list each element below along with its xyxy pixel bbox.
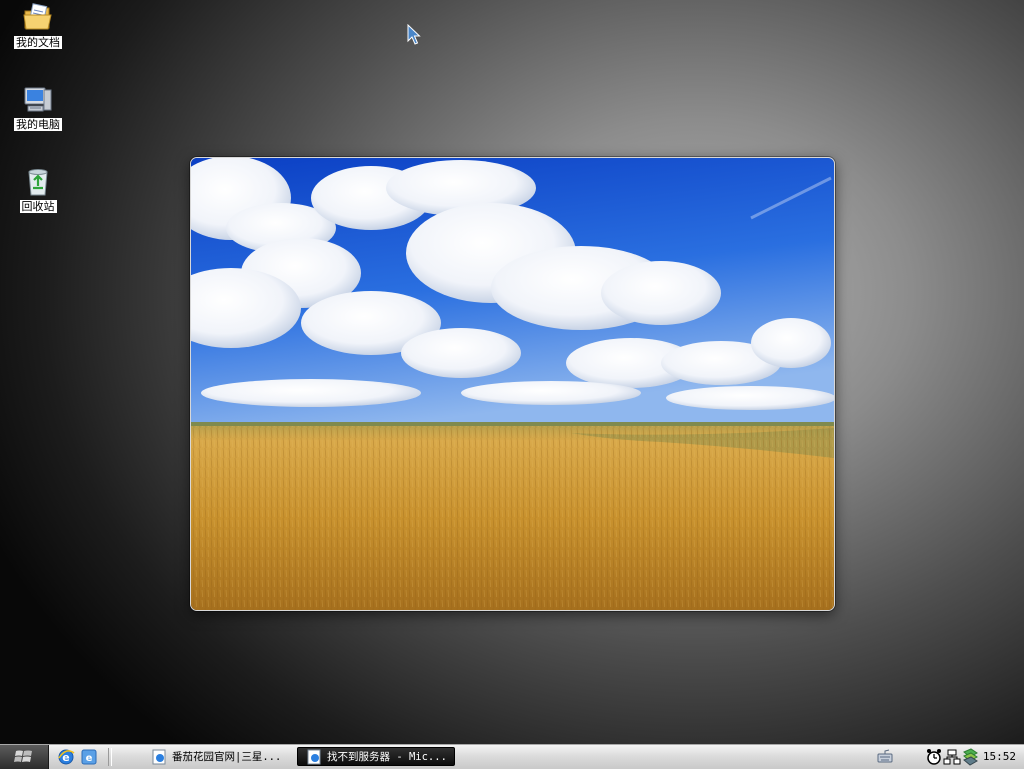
desktop-icon-recycle-bin[interactable]: 回收站 (10, 166, 66, 213)
desktop-icon-my-computer[interactable]: 我的电脑 (10, 84, 66, 131)
quick-launch-separator (108, 748, 112, 766)
recycle-bin-icon (28, 169, 48, 196)
taskbar-button-tomato-garden[interactable]: 番茄花园官网|三星... (143, 747, 301, 766)
network-icon[interactable] (943, 748, 961, 766)
wallpaper-photo (190, 157, 835, 611)
desktop-icon-label: 回收站 (19, 200, 57, 213)
keyboard-icon[interactable] (876, 748, 894, 766)
task-label: 找不到服务器 - Mic... (327, 751, 447, 763)
internet-explorer-icon[interactable]: e (57, 748, 75, 766)
wheat-field-sky-image (191, 158, 834, 610)
svg-text:e: e (86, 753, 93, 764)
mouse-cursor-icon (407, 24, 421, 45)
desktop-icon-my-documents[interactable]: 我的文档 (10, 2, 66, 49)
desktop-icon-label: 我的电脑 (14, 118, 62, 131)
security-icon[interactable] (961, 748, 979, 766)
desktop-icon-label: 我的文档 (14, 36, 62, 49)
computer-icon (24, 87, 52, 112)
desktop: 我的文档 我的电脑 回收站 (0, 0, 1024, 744)
ie-page-icon (152, 749, 166, 764)
alarm-clock-icon[interactable] (925, 748, 943, 766)
show-desktop-icon[interactable]: e (80, 748, 98, 766)
windows-logo-icon (14, 750, 32, 762)
ie-page-icon (307, 749, 321, 764)
taskbar: e e 番茄花园官网|三星... 找不到服务器 - Mic... 15:52 (0, 744, 1024, 769)
taskbar-button-server-not-found[interactable]: 找不到服务器 - Mic... (297, 747, 455, 766)
clock[interactable]: 15:52 (983, 750, 1016, 763)
start-button[interactable] (0, 745, 49, 769)
folder-documents-icon (23, 3, 52, 30)
task-label: 番茄花园官网|三星... (172, 751, 282, 763)
